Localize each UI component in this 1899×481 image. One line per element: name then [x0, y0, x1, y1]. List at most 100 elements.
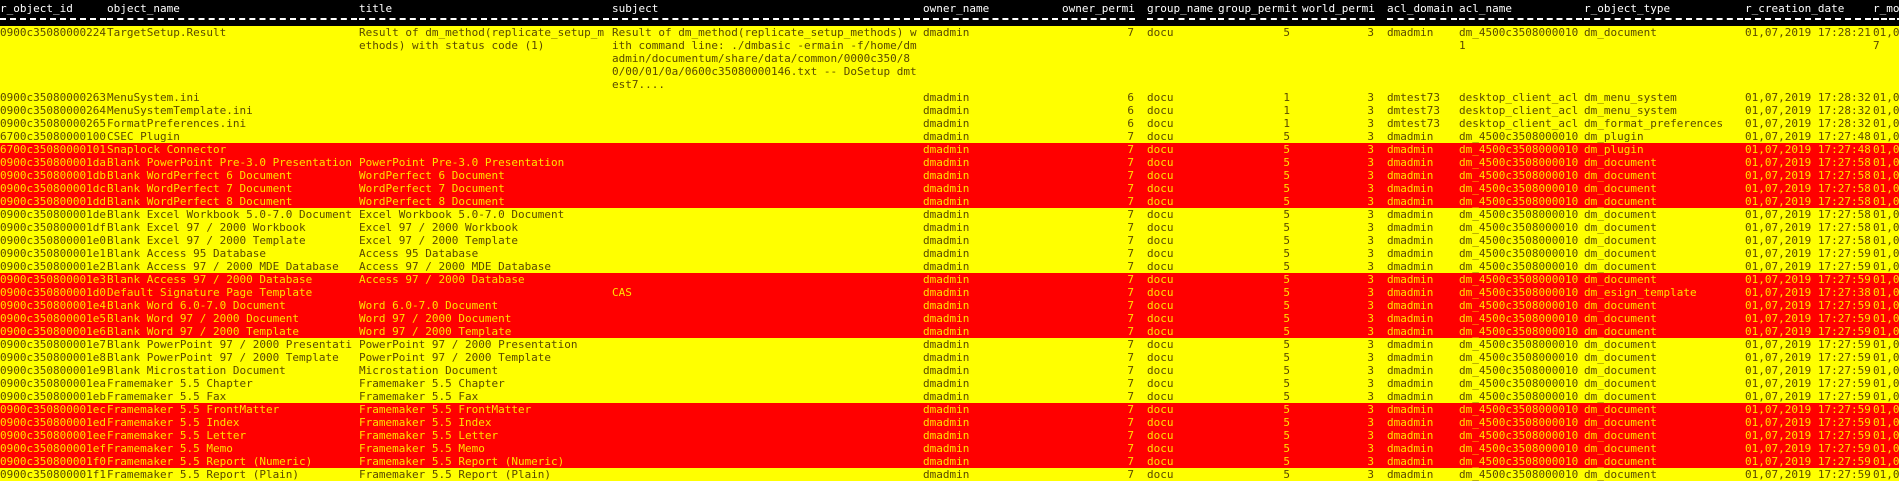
cell-object-name: Framemaker 5.5 Index	[107, 416, 240, 429]
table-row[interactable]: 0900c350800001da Blank PowerPoint Pre-3.0…	[0, 156, 1899, 169]
cell-object-name: CSEC Plugin	[107, 130, 180, 143]
table-row[interactable]: 0900c350800001e0 Blank Excel 97 / 2000 Te…	[0, 234, 1899, 247]
cell-acl-domain: dmadmin	[1387, 325, 1434, 338]
column-header-r-object-id[interactable]: r_object_id	[0, 2, 106, 28]
table-row[interactable]: 0900c350800001db Blank WordPerfect 6 Docu…	[0, 169, 1899, 182]
table-row[interactable]: 0900c350800001e8 Blank PowerPoint 97 / 20…	[0, 351, 1899, 364]
cell-title: Framemaker 5.5 Memo	[359, 442, 485, 455]
cell-title: Result of dm_method(replicate_setup_meth…	[359, 26, 605, 52]
table-row[interactable]: 0900c35080000263 MenuSystem.ini dmadmin 6 do…	[0, 91, 1899, 104]
table-row[interactable]: 0900c350800001e1 Blank Access 95 Database…	[0, 247, 1899, 260]
cell-acl-name: dm_4500c35080000101	[1459, 338, 1579, 351]
table-row[interactable]: 0900c350800001ea Framemaker 5.5 Chapter Fr…	[0, 377, 1899, 390]
column-header-owner-name[interactable]: owner_name	[923, 2, 1058, 28]
cell-r-object-id: 0900c350800001ea	[0, 377, 106, 390]
table-row[interactable]: 0900c350800001f0 Framemaker 5.5 Report (N…	[0, 455, 1899, 468]
table-row[interactable]: 0900c350800001e3 Blank Access 97 / 2000 D…	[0, 273, 1899, 286]
table-row[interactable]: 0900c350800001ef Framemaker 5.5 Memo Frame…	[0, 442, 1899, 455]
cell-r-mod: 01,07	[1873, 91, 1899, 104]
table-row[interactable]: 0900c35080000265 FormatPreferences.ini dma…	[0, 117, 1899, 130]
table-row[interactable]: 0900c350800001e4 Blank Word 6.0-7.0 Docum…	[0, 299, 1899, 312]
column-header-object-name[interactable]: object_name	[107, 2, 357, 28]
cell-acl-domain: dmadmin	[1387, 351, 1434, 364]
cell-subject	[612, 325, 920, 338]
cell-owner-permit: 7	[1127, 208, 1134, 221]
table-row[interactable]: 0900c350800001eb Framemaker 5.5 Fax Framem…	[0, 390, 1899, 403]
table-row[interactable]: 0900c350800001e7 Blank PowerPoint 97 / 20…	[0, 338, 1899, 351]
cell-group-permit: 5	[1283, 338, 1290, 351]
cell-owner-name: dmadmin	[923, 104, 970, 117]
table-row[interactable]: 0900c350800001e2 Blank Access 97 / 2000 M…	[0, 260, 1899, 273]
cell-group-permit: 5	[1283, 156, 1290, 169]
table-row[interactable]: 0900c350800001ec Framemaker 5.5 FrontMatt…	[0, 403, 1899, 416]
table-row[interactable]: 0900c350800001f1 Framemaker 5.5 Report (P…	[0, 468, 1899, 481]
cell-group-permit: 5	[1283, 468, 1290, 481]
cell-r-object-id: 0900c35080000263	[0, 91, 106, 104]
cell-owner-permit: 7	[1127, 299, 1134, 312]
table-row[interactable]: 0900c350800001e6 Blank Word 97 / 2000 Tem…	[0, 325, 1899, 338]
table-row[interactable]: 0900c350800001de Blank Excel Workbook 5.0…	[0, 208, 1899, 221]
cell-r-mod: 01,07	[1873, 299, 1899, 312]
cell-r-object-type: dm_document	[1584, 416, 1657, 429]
cell-owner-permit: 7	[1127, 26, 1134, 39]
table-row[interactable]: 0900c350800001dd Blank WordPerfect 8 Docu…	[0, 195, 1899, 208]
cell-owner-permit: 7	[1127, 442, 1134, 455]
column-header-title[interactable]: title	[359, 2, 609, 28]
column-header-acl-name[interactable]: acl_name	[1459, 2, 1582, 28]
cell-group-name: docu	[1147, 455, 1174, 468]
cell-r-mod: 01,07	[1873, 234, 1899, 247]
column-header-r-object-type[interactable]: r_object_type	[1584, 2, 1743, 28]
table-row[interactable]: 6700c35080000101 Snaplock Connector dmadmi…	[0, 143, 1899, 156]
column-header-r-creation-date[interactable]: r_creation_date	[1745, 2, 1871, 28]
column-header-r-mod[interactable]: r_mo	[1873, 2, 1899, 28]
cell-group-name: docu	[1147, 234, 1174, 247]
cell-title	[359, 117, 609, 130]
cell-r-object-id: 0900c350800001ee	[0, 429, 106, 442]
cell-acl-domain: dmadmin	[1387, 169, 1434, 182]
column-header-owner-permit[interactable]: owner_permit	[1062, 2, 1135, 28]
table-row[interactable]: 0900c350800001e5 Blank Word 97 / 2000 Doc…	[0, 312, 1899, 325]
cell-r-mod: 01,07	[1873, 182, 1899, 195]
cell-title: Framemaker 5.5 Report (Plain)	[359, 468, 552, 481]
cell-world-permit: 3	[1367, 91, 1374, 104]
cell-r-mod: 01,07	[1873, 169, 1899, 182]
column-header-group-permit[interactable]: group_permit	[1218, 2, 1298, 28]
column-header-group-name[interactable]: group_name	[1147, 2, 1216, 28]
cell-r-object-type: dm_document	[1584, 403, 1657, 416]
cell-group-permit: 5	[1283, 299, 1290, 312]
table-row[interactable]: 0900c350800001df Blank Excel 97 / 2000 Wo…	[0, 221, 1899, 234]
cell-title: Access 97 / 2000 Database	[359, 273, 525, 286]
cell-r-mod: 01,07	[1873, 156, 1899, 169]
cell-world-permit: 3	[1367, 442, 1374, 455]
column-header-world-permit[interactable]: world_permit	[1302, 2, 1375, 28]
cell-subject	[612, 260, 920, 273]
cell-r-mod: 01,07	[1873, 312, 1899, 325]
cell-group-name: docu	[1147, 104, 1174, 117]
table-row[interactable]: 0900c350800001ee Framemaker 5.5 Letter Fra…	[0, 429, 1899, 442]
cell-group-name: docu	[1147, 208, 1174, 221]
cell-r-creation-date: 01,07,2019 17:27:58	[1745, 195, 1871, 208]
cell-subject	[612, 403, 920, 416]
cell-r-object-type: dm_document	[1584, 442, 1657, 455]
column-header-acl-domain[interactable]: acl_domain	[1387, 2, 1457, 28]
cell-r-mod: 01,07	[1873, 429, 1899, 442]
table-row[interactable]: 0900c350800001e9 Blank Microstation Docum…	[0, 364, 1899, 377]
cell-acl-domain: dmadmin	[1387, 429, 1434, 442]
cell-group-name: docu	[1147, 429, 1174, 442]
cell-subject	[612, 468, 920, 481]
table-row[interactable]: 0900c350800001dc Blank WordPerfect 7 Docu…	[0, 182, 1899, 195]
cell-r-creation-date: 01,07,2019 17:27:59	[1745, 351, 1871, 364]
column-header-subject[interactable]: subject	[612, 2, 920, 28]
cell-owner-permit: 7	[1127, 468, 1134, 481]
table-row[interactable]: 0900c350800001ed Framemaker 5.5 Index Fram…	[0, 416, 1899, 429]
cell-r-creation-date: 01,07,2019 17:27:59	[1745, 247, 1871, 260]
table-row[interactable]: 0900c35080000224 TargetSetup.Result Result…	[0, 26, 1899, 91]
table-row[interactable]: 0900c35080000264 MenuSystemTemplate.ini dm…	[0, 104, 1899, 117]
column-header-label: subject	[612, 2, 659, 15]
table-row[interactable]: 6700c35080000100 CSEC Plugin dmadmin 7 docu 5…	[0, 130, 1899, 143]
cell-owner-name: dmadmin	[923, 312, 970, 325]
cell-r-object-id: 0900c350800001de	[0, 208, 106, 221]
cell-subject	[612, 169, 920, 182]
table-row[interactable]: 0900c350800001d0 Default Signature Page T…	[0, 286, 1899, 299]
column-header-row: r_object_id object_name title subject owner_…	[0, 0, 1899, 26]
